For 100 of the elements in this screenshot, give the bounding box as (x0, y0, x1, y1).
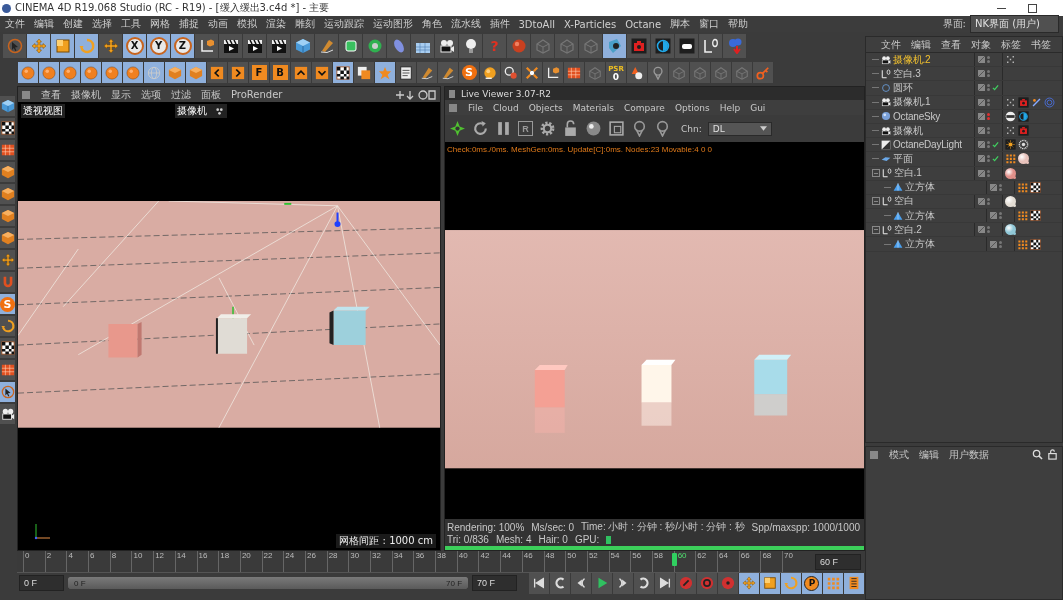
viewport-menu-item[interactable]: 显示 (106, 87, 136, 102)
object-manager-menu-item[interactable]: 编辑 (906, 37, 936, 52)
menu-item[interactable]: 动画 (203, 17, 232, 31)
menu-item[interactable]: 窗口 (694, 17, 724, 31)
render-region-button[interactable]: R (518, 121, 533, 136)
render-status-text: Tri: 0/836 (447, 534, 489, 545)
frame-number: 66 (739, 550, 750, 560)
frame-number: 46 (522, 550, 533, 560)
viewport-menu-item[interactable]: 过滤 (166, 87, 196, 102)
frame-number: 60 (676, 550, 687, 560)
object-name[interactable]: 空白.2 (894, 222, 922, 237)
frame-number: 54 (609, 550, 620, 560)
render-status-text: Mesh: 4 (495, 534, 532, 545)
menu-item[interactable]: 编辑 (29, 17, 58, 31)
menu-item[interactable]: 脚本 (665, 17, 695, 31)
object-name[interactable]: 空白.1 (894, 166, 922, 181)
frame-number: 20 (240, 550, 251, 560)
viewport-menu-item[interactable]: 选项 (136, 87, 166, 102)
object-manager-menu-item[interactable]: 查看 (936, 37, 966, 52)
toolbar-button[interactable]: X (123, 33, 147, 58)
channel-dropdown[interactable]: DL (707, 121, 772, 136)
layout-label: 界面: (942, 17, 966, 31)
menu-item[interactable]: 运动图形 (368, 17, 417, 31)
menu-item[interactable]: 工具 (116, 17, 145, 31)
layout-dropdown[interactable]: NK界面 (用户) (969, 15, 1059, 33)
object-name[interactable]: 平面 (893, 151, 913, 166)
object-name[interactable]: 空白 (894, 194, 914, 209)
frame-number: 44 (501, 550, 512, 560)
range-end-text: 70 F (446, 578, 463, 588)
menu-item[interactable]: 网格 (145, 17, 174, 31)
menu-item[interactable]: 捕捉 (174, 17, 203, 31)
menu-item[interactable]: 雕刻 (290, 17, 319, 31)
viewport-menu-item[interactable]: 面板 (196, 87, 226, 102)
object-manager-menu-item[interactable]: 标签 (996, 37, 1026, 52)
toolbar-button[interactable]: F (249, 62, 270, 83)
menu-item[interactable]: 创建 (58, 17, 87, 31)
object-name[interactable]: 摄像机 (893, 123, 923, 138)
frame-number: 36 (414, 550, 425, 560)
frame-number: 34 (392, 550, 403, 560)
menu-item[interactable]: 3DtoAll (514, 18, 560, 30)
live-viewer-menu-item[interactable]: Cloud (488, 102, 524, 113)
menu-item[interactable]: 插件 (485, 17, 514, 31)
grid-spacing-label: 网格间距 : 1000 cm (336, 534, 436, 548)
menu-item[interactable]: Octane (620, 18, 666, 30)
live-viewer-menu-item[interactable]: Objects (523, 102, 568, 113)
menu-item[interactable]: 角色 (417, 17, 446, 31)
panel-title: Live Viewer 3.07-R2 (461, 88, 551, 99)
frame-number: 48 (544, 550, 555, 560)
menu-item[interactable]: 运动跟踪 (319, 17, 368, 31)
toolbar-button[interactable]: Y (147, 33, 171, 58)
frame-number: 6 (89, 550, 95, 560)
end-frame-field[interactable]: 70 F (472, 575, 517, 591)
toolbar-button[interactable]: B (270, 62, 291, 83)
viewport-menu-item[interactable]: 查看 (36, 87, 66, 102)
object-name[interactable]: OctaneDayLight (893, 139, 962, 151)
attribute-manager-menu-item[interactable]: 用户数据 (944, 447, 994, 462)
object-manager-menu-item[interactable]: 书签 (1026, 37, 1056, 52)
frame-number: 16 (197, 550, 208, 560)
attribute-manager-menu-item[interactable]: 编辑 (914, 447, 944, 462)
toolbar-button[interactable]: Z (171, 33, 195, 58)
object-name[interactable]: OctaneSky (893, 110, 941, 122)
live-viewer-menu-item[interactable]: Materials (567, 102, 620, 113)
live-viewer-menu-item[interactable]: Gui (745, 102, 771, 113)
object-name[interactable]: 摄像机.1 (893, 95, 931, 110)
attribute-manager-menu-item[interactable]: 模式 (884, 447, 914, 462)
frame-number: 30 (349, 550, 360, 560)
frame-number: 56 (631, 550, 642, 560)
menu-item[interactable]: 帮助 (723, 17, 753, 31)
frame-number: 22 (262, 550, 273, 560)
live-viewer-menu-item[interactable]: Options (669, 102, 715, 113)
object-manager-menu-item[interactable]: 文件 (876, 37, 906, 52)
menu-item[interactable]: 文件 (0, 17, 29, 31)
camera-name-label: 摄像机 (175, 104, 209, 118)
object-manager-menu-item[interactable]: 对象 (966, 37, 996, 52)
live-viewer-menu-item[interactable]: Compare (619, 102, 670, 113)
render-log-text: Check:0ms./0ms. MeshGen:0ms. Update[C]:0ms. Nodes:23 Movable:4 0 0 (446, 144, 713, 154)
frame-number: 50 (566, 550, 577, 560)
object-name[interactable]: 立方体 (905, 208, 935, 223)
viewport-menu-item[interactable]: ProRender (226, 89, 288, 100)
frame-number: 62 (696, 550, 707, 560)
current-frame-field[interactable]: 60 F (815, 553, 861, 570)
live-viewer-menu-item[interactable]: Help (714, 102, 746, 113)
menu-item[interactable]: 流水线 (446, 17, 485, 31)
frame-number: 14 (175, 550, 186, 560)
object-name[interactable]: 摄像机.2 (893, 52, 931, 67)
object-name[interactable]: 立方体 (905, 180, 935, 195)
object-name[interactable]: 立方体 (905, 237, 935, 252)
menu-item[interactable]: 渲染 (261, 17, 290, 31)
frame-number: 68 (761, 550, 772, 560)
object-name[interactable]: 空白.3 (893, 66, 921, 81)
object-name[interactable]: 圆环 (893, 80, 913, 95)
viewport-menu-item[interactable]: 摄像机 (66, 87, 106, 102)
live-viewer-menu-item[interactable]: File (463, 102, 489, 113)
menu-item[interactable]: 选择 (87, 17, 116, 31)
menu-item[interactable]: 模拟 (232, 17, 261, 31)
start-frame-field[interactable]: 0 F (19, 575, 64, 591)
menu-item[interactable]: X-Particles (559, 18, 621, 30)
frame-number: 70 (783, 550, 793, 560)
frame-number: 38 (436, 550, 446, 560)
frame-number: 32 (371, 550, 381, 560)
